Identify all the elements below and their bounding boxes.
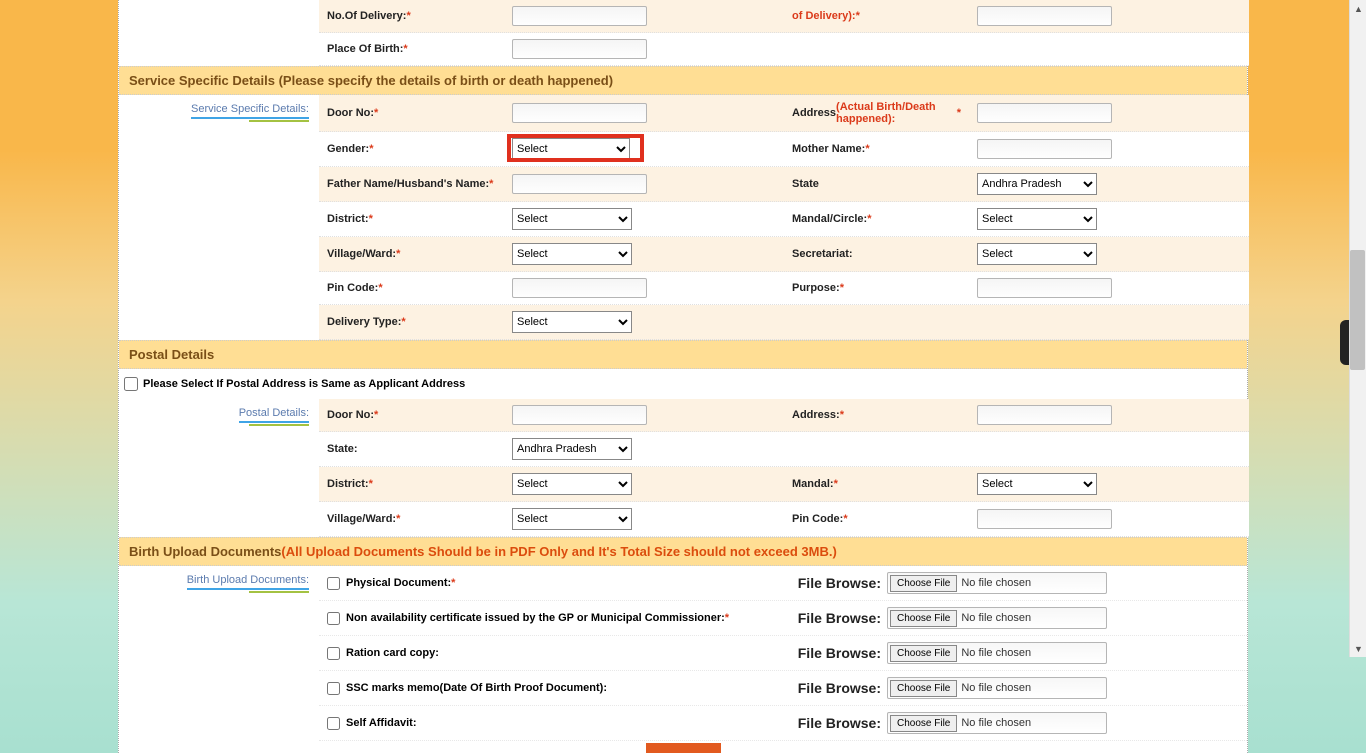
upload-section-header: Birth Upload Documents(All Upload Docume… xyxy=(119,537,1247,566)
service-sidebar-title: Service Specific Details: xyxy=(191,103,309,119)
door-no-input[interactable] xyxy=(512,103,647,123)
district-select[interactable]: Select xyxy=(512,208,632,230)
service-section-header: Service Specific Details (Please specify… xyxy=(119,66,1247,95)
village-select[interactable]: Select xyxy=(512,243,632,265)
state-label: State xyxy=(784,167,969,201)
file-status-3: No file chosen xyxy=(961,682,1031,694)
state-select[interactable]: Andhra Pradesh xyxy=(977,173,1097,195)
upload-checkbox-1[interactable] xyxy=(327,612,340,625)
postal-door-label: Door No:* xyxy=(319,399,504,431)
mandal-label: Mandal/Circle:* xyxy=(784,202,969,236)
of-delivery-label: of Delivery):* xyxy=(784,0,969,32)
upload-label-0: Physical Document:* xyxy=(346,577,455,589)
file-status-4: No file chosen xyxy=(961,717,1031,729)
delivery-type-select[interactable]: Select xyxy=(512,311,632,333)
postal-pincode-input[interactable] xyxy=(977,509,1112,529)
door-no-label: Door No:* xyxy=(319,95,504,131)
choose-file-button-0[interactable]: Choose File xyxy=(890,575,957,592)
choose-file-button-3[interactable]: Choose File xyxy=(890,680,957,697)
place-birth-input[interactable] xyxy=(512,39,647,59)
upload-checkbox-4[interactable] xyxy=(327,717,340,730)
of-delivery-input[interactable] xyxy=(977,6,1112,26)
file-input-0[interactable]: Choose File No file chosen xyxy=(887,572,1107,594)
no-delivery-label: No.Of Delivery:* xyxy=(319,0,504,32)
upload-checkbox-2[interactable] xyxy=(327,647,340,660)
gender-select[interactable]: Select xyxy=(512,138,630,160)
form-container: No.Of Delivery:* of Delivery):* Place Of… xyxy=(118,0,1248,753)
father-input[interactable] xyxy=(512,174,647,194)
upload-checkbox-0[interactable] xyxy=(327,577,340,590)
file-status-2: No file chosen xyxy=(961,647,1031,659)
file-browse-label-2: File Browse: xyxy=(787,645,887,661)
mother-input[interactable] xyxy=(977,139,1112,159)
postal-sidebar-title: Postal Details: xyxy=(239,407,309,423)
same-address-label: Please Select If Postal Address is Same … xyxy=(143,378,465,390)
postal-door-input[interactable] xyxy=(512,405,647,425)
same-address-checkbox[interactable] xyxy=(124,377,138,391)
postal-district-select[interactable]: Select xyxy=(512,473,632,495)
postal-section-header: Postal Details xyxy=(119,340,1247,369)
place-birth-label: Place Of Birth:* xyxy=(319,33,504,65)
scroll-up-icon[interactable]: ▲ xyxy=(1350,0,1366,17)
postal-address-label: Address:* xyxy=(784,399,969,431)
file-input-4[interactable]: Choose File No file chosen xyxy=(887,712,1107,734)
postal-village-select[interactable]: Select xyxy=(512,508,632,530)
file-input-3[interactable]: Choose File No file chosen xyxy=(887,677,1107,699)
postal-address-input[interactable] xyxy=(977,405,1112,425)
upload-checkbox-3[interactable] xyxy=(327,682,340,695)
scroll-down-icon[interactable]: ▼ xyxy=(1350,640,1366,657)
mother-label: Mother Name:* xyxy=(784,132,969,166)
postal-state-label: State: xyxy=(319,432,504,466)
choose-file-button-4[interactable]: Choose File xyxy=(890,715,957,732)
delivery-type-label: Delivery Type:* xyxy=(319,305,504,339)
address-label: Address(Actual Birth/Death happened):* xyxy=(784,95,969,131)
scroll-thumb[interactable] xyxy=(1350,250,1365,370)
pincode-input[interactable] xyxy=(512,278,647,298)
secretariat-select[interactable]: Select xyxy=(977,243,1097,265)
mandal-select[interactable]: Select xyxy=(977,208,1097,230)
postal-state-select[interactable]: Andhra Pradesh xyxy=(512,438,632,460)
secretariat-label: Secretariat: xyxy=(784,237,969,271)
postal-pincode-label: Pin Code:* xyxy=(784,502,969,536)
file-input-2[interactable]: Choose File No file chosen xyxy=(887,642,1107,664)
file-input-1[interactable]: Choose File No file chosen xyxy=(887,607,1107,629)
father-label: Father Name/Husband's Name:* xyxy=(319,167,504,201)
file-browse-label-3: File Browse: xyxy=(787,680,887,696)
pincode-label: Pin Code:* xyxy=(319,272,504,304)
postal-mandal-label: Mandal:* xyxy=(784,467,969,501)
village-label: Village/Ward:* xyxy=(319,237,504,271)
upload-label-4: Self Affidavit: xyxy=(346,717,417,729)
upload-label-1: Non availability certificate issued by t… xyxy=(346,612,729,624)
side-tab[interactable] xyxy=(1340,320,1349,365)
upload-sidebar-title: Birth Upload Documents: xyxy=(187,574,309,590)
file-status-1: No file chosen xyxy=(961,612,1031,624)
file-browse-label-4: File Browse: xyxy=(787,715,887,731)
file-browse-label-1: File Browse: xyxy=(787,610,887,626)
purpose-input[interactable] xyxy=(977,278,1112,298)
no-delivery-input[interactable] xyxy=(512,6,647,26)
file-browse-label-0: File Browse: xyxy=(787,575,887,591)
choose-file-button-2[interactable]: Choose File xyxy=(890,645,957,662)
district-label: District:* xyxy=(319,202,504,236)
upload-label-2: Ration card copy: xyxy=(346,647,439,659)
postal-village-label: Village/Ward:* xyxy=(319,502,504,536)
choose-file-button-1[interactable]: Choose File xyxy=(890,610,957,627)
file-status-0: No file chosen xyxy=(961,577,1031,589)
bottom-accent xyxy=(646,743,721,753)
gender-label: Gender:* xyxy=(319,132,504,166)
postal-district-label: District:* xyxy=(319,467,504,501)
postal-mandal-select[interactable]: Select xyxy=(977,473,1097,495)
purpose-label: Purpose:* xyxy=(784,272,969,304)
upload-label-3: SSC marks memo(Date Of Birth Proof Docum… xyxy=(346,682,607,694)
address-input[interactable] xyxy=(977,103,1112,123)
scrollbar[interactable]: ▲ ▼ xyxy=(1349,0,1366,657)
